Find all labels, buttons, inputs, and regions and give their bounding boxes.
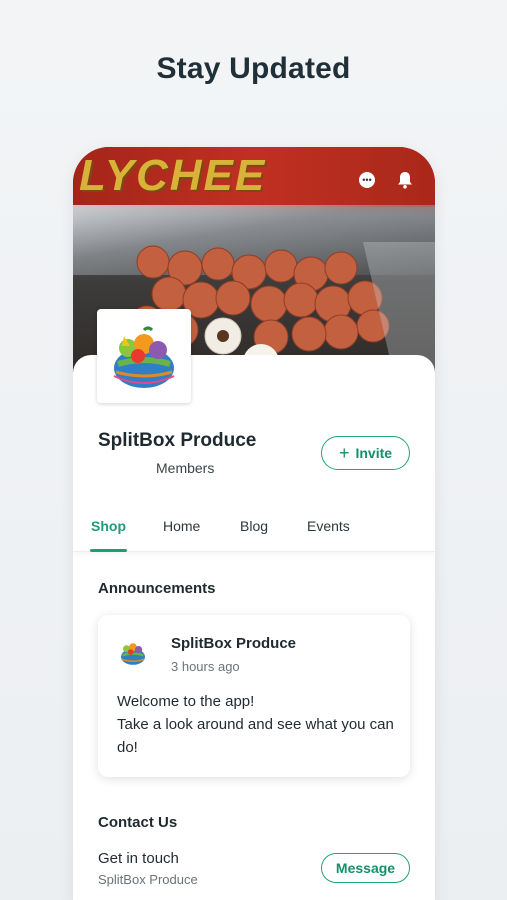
cover-brand-text: LYCHEE (79, 151, 267, 200)
group-logo (97, 309, 191, 403)
page-headline: Stay Updated (156, 52, 351, 85)
post-line-1: Welcome to the app! (117, 693, 255, 710)
chat-bubble-icon[interactable]: ••• (359, 172, 375, 188)
fruit-basket-logo-icon (113, 326, 175, 388)
phone-frame: LYCHEE ••• SplitBox Produce Members + In… (73, 147, 435, 900)
contact-subtitle: Get in touch (98, 850, 179, 867)
message-button[interactable]: Message (321, 853, 410, 883)
invite-button[interactable]: + Invite (321, 436, 410, 470)
invite-label: Invite (355, 445, 393, 461)
fruit-basket-avatar-icon (121, 643, 145, 665)
tab-blog[interactable]: Blog (240, 518, 268, 534)
contact-name: SplitBox Produce (98, 872, 198, 887)
post-body: Welcome to the app! Take a look around a… (117, 690, 402, 759)
tab-shop[interactable]: Shop (91, 518, 126, 534)
cover-icons: ••• (359, 171, 413, 189)
post-line-2: Take a look around and see what you can … (117, 716, 394, 756)
active-tab-indicator (90, 549, 127, 552)
tab-events[interactable]: Events (307, 518, 350, 534)
plus-icon: + (338, 443, 350, 463)
post-avatar (115, 634, 151, 670)
tab-bar: Shop Home Blog Events (73, 507, 435, 552)
contact-title: Contact Us (98, 814, 178, 831)
announcement-post[interactable]: SplitBox Produce 3 hours ago Welcome to … (98, 615, 410, 777)
members-link[interactable]: Members (156, 460, 214, 476)
tab-home[interactable]: Home (163, 518, 200, 534)
group-name: SplitBox Produce (98, 430, 257, 451)
post-timestamp: 3 hours ago (171, 659, 240, 674)
bell-icon[interactable] (397, 171, 413, 189)
announcements-title: Announcements (98, 580, 216, 597)
post-author: SplitBox Produce (171, 635, 297, 652)
